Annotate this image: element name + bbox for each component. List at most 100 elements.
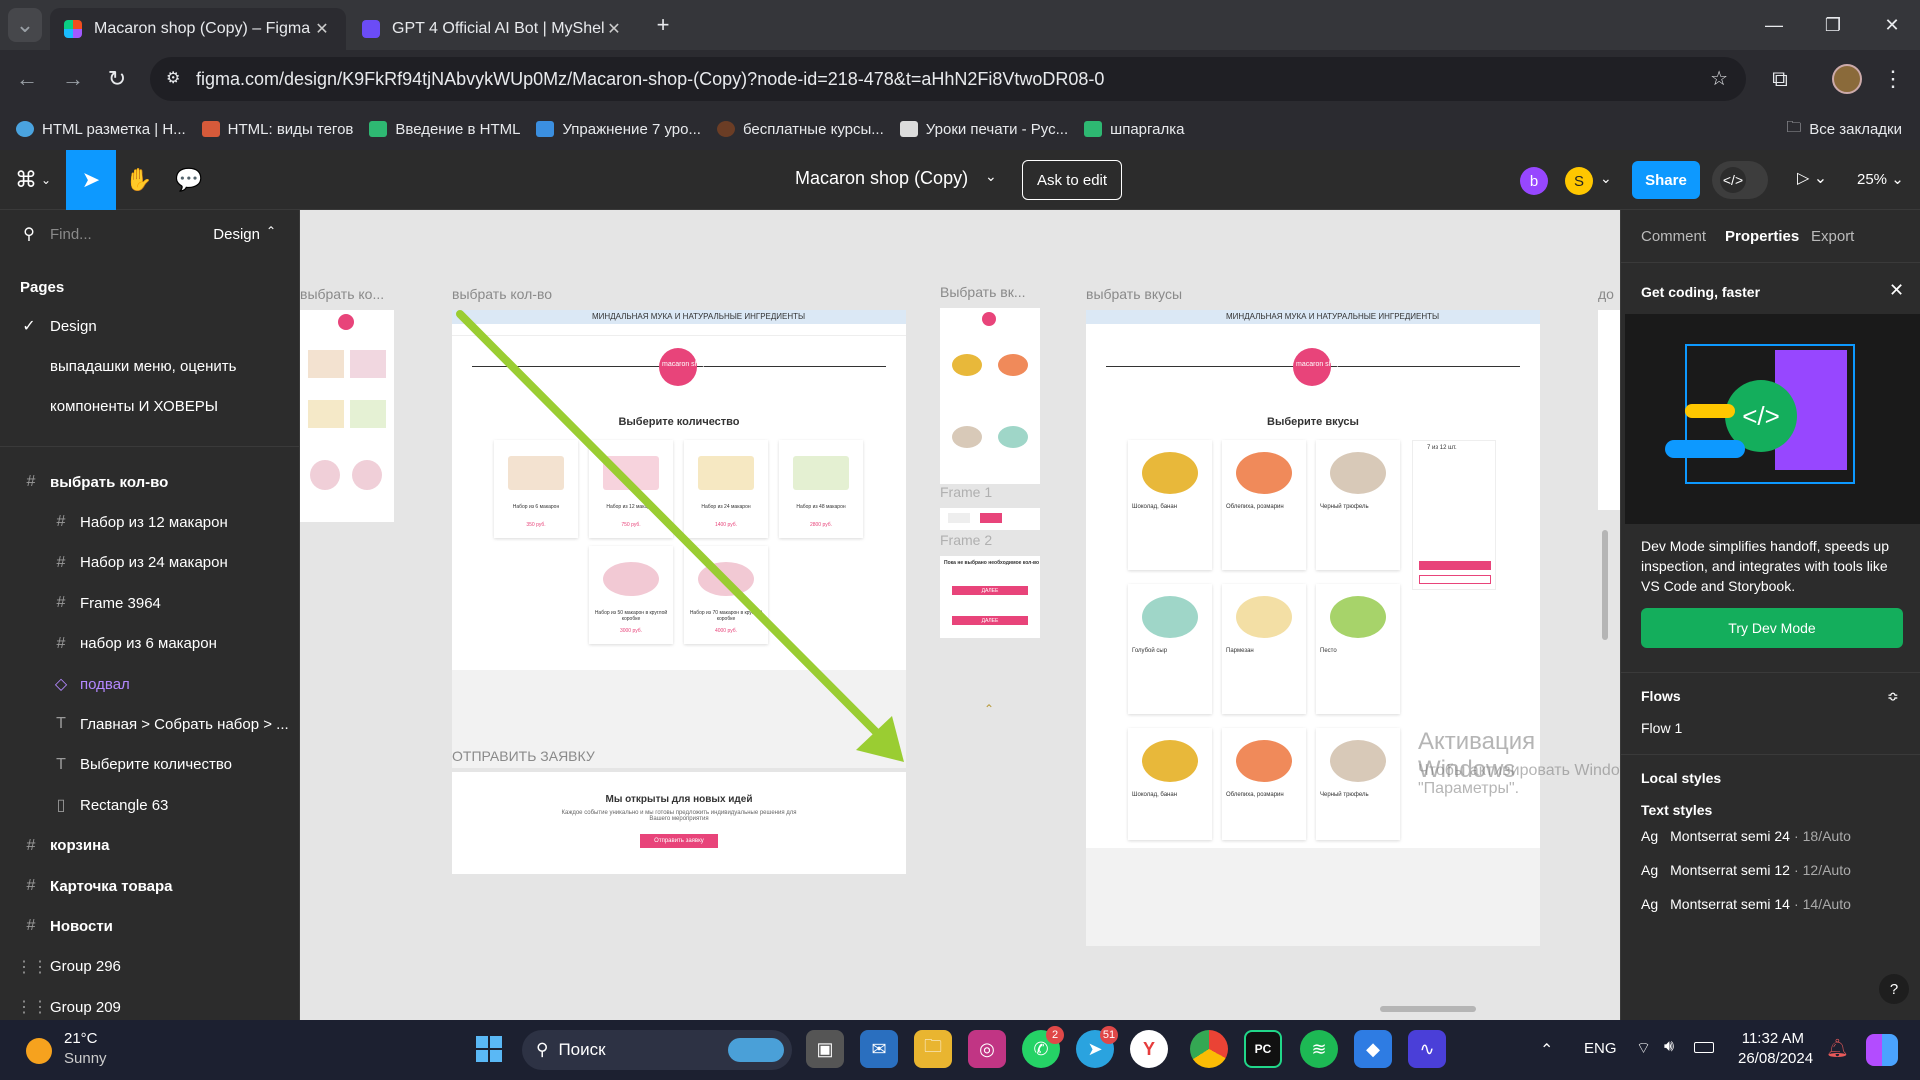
- layer-name: Frame 3964: [80, 594, 161, 612]
- windows-start-icon[interactable]: [470, 1030, 508, 1068]
- tab-search-button[interactable]: ⌄: [8, 8, 42, 42]
- wifi-icon[interactable]: ⌔: [1636, 1038, 1651, 1058]
- back-arrow-icon[interactable]: ←: [10, 62, 44, 96]
- new-tab-plus-icon[interactable]: +: [646, 8, 680, 42]
- instagram-icon[interactable]: ◎: [968, 1030, 1006, 1068]
- comment-tool-icon[interactable]: 💬: [164, 150, 214, 210]
- clock-time[interactable]: 11:32 AM: [1740, 1030, 1804, 1047]
- reload-icon[interactable]: ↻: [100, 62, 134, 96]
- task-view-icon[interactable]: ▣: [806, 1030, 844, 1068]
- jira-icon[interactable]: ◆: [1354, 1030, 1392, 1068]
- weather-temp[interactable]: 21°C: [64, 1030, 98, 1047]
- browser-menu-icon[interactable]: ⋮: [1876, 62, 1910, 96]
- text-style-row[interactable]: Ag Montserrat semi 12 · 12/Auto: [1641, 862, 1911, 878]
- pycharm-icon[interactable]: PC: [1244, 1030, 1282, 1068]
- avatar[interactable]: b: [1520, 167, 1548, 195]
- yandex-browser-icon[interactable]: Y: [1130, 1030, 1168, 1068]
- close-tab-icon[interactable]: ✕: [604, 19, 624, 39]
- volume-icon[interactable]: 🔊︎: [1664, 1038, 1674, 1056]
- tab-comment[interactable]: Comment: [1641, 228, 1706, 245]
- layer-row[interactable]: ◇ подвал: [0, 664, 300, 704]
- tab-properties[interactable]: Properties: [1725, 228, 1799, 245]
- mail-icon[interactable]: ✉: [860, 1030, 898, 1068]
- layer-row[interactable]: ▯ Rectangle 63: [0, 785, 300, 825]
- text-style-name: Montserrat semi 14: [1670, 896, 1790, 912]
- layer-row[interactable]: T Главная > Собрать набор > ...: [0, 704, 300, 744]
- close-tab-icon[interactable]: ✕: [312, 19, 332, 39]
- restore-icon[interactable]: ❐: [1805, 0, 1861, 50]
- text-style-row[interactable]: Ag Montserrat semi 24 · 18/Auto: [1641, 828, 1911, 844]
- layer-row[interactable]: # набор из 6 макарон: [0, 624, 300, 664]
- file-title[interactable]: Macaron shop (Copy): [795, 168, 968, 189]
- weather-desc[interactable]: Sunny: [64, 1050, 107, 1067]
- bookmark-item[interactable]: шпаргалка: [1084, 121, 1184, 138]
- tab-export[interactable]: Export: [1811, 228, 1854, 245]
- canvas[interactable]: выбрать ко... выбрать кол-во МИНДАЛЬНАЯ …: [300, 210, 1620, 1020]
- search-input[interactable]: Find...: [50, 226, 92, 243]
- tab-myshell[interactable]: GPT 4 Official AI Bot | MyShell A ✕: [348, 8, 638, 50]
- bookmark-item[interactable]: HTML разметка | Н...: [16, 121, 186, 138]
- flows-collapse-icon[interactable]: ≎: [1887, 688, 1899, 705]
- figma-menu-icon[interactable]: ⌘ ⌄: [8, 150, 58, 210]
- close-window-icon[interactable]: ✕: [1864, 0, 1920, 50]
- weather-sun-icon[interactable]: [26, 1038, 52, 1064]
- search-row[interactable]: ⚲ Find... Design: [0, 214, 300, 254]
- file-explorer-icon[interactable]: 🗀: [914, 1030, 952, 1068]
- address-bar[interactable]: ⚙ figma.com/design/K9FkRf94tjNAbvykWUp0M…: [150, 57, 1746, 101]
- page-item[interactable]: выпадашки меню, оценить: [0, 346, 300, 386]
- layer-row[interactable]: ⋮⋮ Group 296: [0, 947, 300, 987]
- avatar[interactable]: S: [1565, 167, 1593, 195]
- page-item[interactable]: компоненты И ХОВЕРЫ: [0, 386, 300, 426]
- play-icon[interactable]: ▷ ⌄: [1797, 168, 1827, 188]
- layer-row[interactable]: # корзина: [0, 826, 300, 866]
- layer-row[interactable]: # Frame 3964: [0, 583, 300, 623]
- mode-selector[interactable]: Design: [213, 226, 260, 243]
- chrome-icon[interactable]: [1190, 1030, 1228, 1068]
- chevron-down-icon[interactable]: ⌄: [985, 168, 997, 185]
- hand-tool-icon[interactable]: ✋: [114, 150, 164, 210]
- tab-figma[interactable]: Macaron shop (Copy) – Figma ✕: [50, 8, 346, 50]
- layer-row[interactable]: # Карточка товара: [0, 866, 300, 906]
- chevron-up-icon[interactable]: ⌃: [266, 224, 276, 238]
- spotify-icon[interactable]: ≋: [1300, 1030, 1338, 1068]
- ask-to-edit-button[interactable]: Ask to edit: [1022, 160, 1123, 200]
- help-button[interactable]: ?: [1879, 974, 1909, 1004]
- bookmark-item[interactable]: HTML: виды тегов: [201, 121, 353, 138]
- extensions-icon[interactable]: ⧉: [1763, 62, 1797, 96]
- battery-icon[interactable]: [1694, 1042, 1714, 1053]
- bookmark-item[interactable]: Введение в HTML: [369, 121, 520, 138]
- forward-arrow-icon[interactable]: →: [56, 62, 90, 96]
- move-tool-icon[interactable]: ➤: [66, 150, 116, 210]
- bookmark-item[interactable]: Уроки печати - Рус...: [899, 121, 1068, 138]
- input-language[interactable]: ENG: [1584, 1040, 1617, 1057]
- try-dev-mode-button[interactable]: Try Dev Mode: [1641, 608, 1903, 648]
- zoom-level[interactable]: 25% ⌄: [1857, 170, 1904, 188]
- layer-row[interactable]: T Выберите количество: [0, 745, 300, 785]
- bookmark-item[interactable]: бесплатные курсы...: [716, 121, 884, 138]
- all-bookmarks[interactable]: 🗀 Все закладки: [1786, 117, 1902, 142]
- layer-row[interactable]: # выбрать кол-во: [0, 462, 300, 502]
- copilot-icon[interactable]: [1866, 1034, 1898, 1066]
- flow-item[interactable]: Flow 1: [1641, 720, 1682, 736]
- text-style-row[interactable]: Ag Montserrat semi 14 · 14/Auto: [1641, 896, 1911, 912]
- myshell-icon[interactable]: ∿: [1408, 1030, 1446, 1068]
- horizontal-scrollbar[interactable]: [1380, 1006, 1476, 1012]
- dev-mode-toggle[interactable]: </>: [1712, 161, 1768, 199]
- layer-row[interactable]: # Набор из 12 макарон: [0, 502, 300, 542]
- clock-date[interactable]: 26/08/2024: [1738, 1050, 1813, 1067]
- layer-row[interactable]: # Новости: [0, 906, 300, 946]
- profile-avatar[interactable]: [1832, 64, 1862, 94]
- bookmark-star-icon[interactable]: ☆: [1710, 66, 1728, 91]
- taskbar-search[interactable]: ⚲ Поиск: [522, 1030, 792, 1070]
- close-icon[interactable]: ✕: [1889, 280, 1904, 301]
- page-item[interactable]: ✓ Design: [0, 306, 300, 346]
- chevron-down-icon[interactable]: ⌄: [1600, 170, 1612, 187]
- vertical-scrollbar[interactable]: [1602, 530, 1608, 640]
- share-button[interactable]: Share: [1632, 161, 1700, 199]
- layer-row[interactable]: # Набор из 24 макарон: [0, 543, 300, 583]
- tray-chevron-icon[interactable]: ⌃: [1540, 1040, 1553, 1060]
- site-info-icon[interactable]: ⚙: [166, 68, 180, 88]
- minimize-icon[interactable]: —: [1746, 0, 1802, 50]
- bookmark-item[interactable]: Упражнение 7 уро...: [536, 121, 701, 138]
- notification-bell-icon[interactable]: 🔔︎: [1826, 1038, 1849, 1059]
